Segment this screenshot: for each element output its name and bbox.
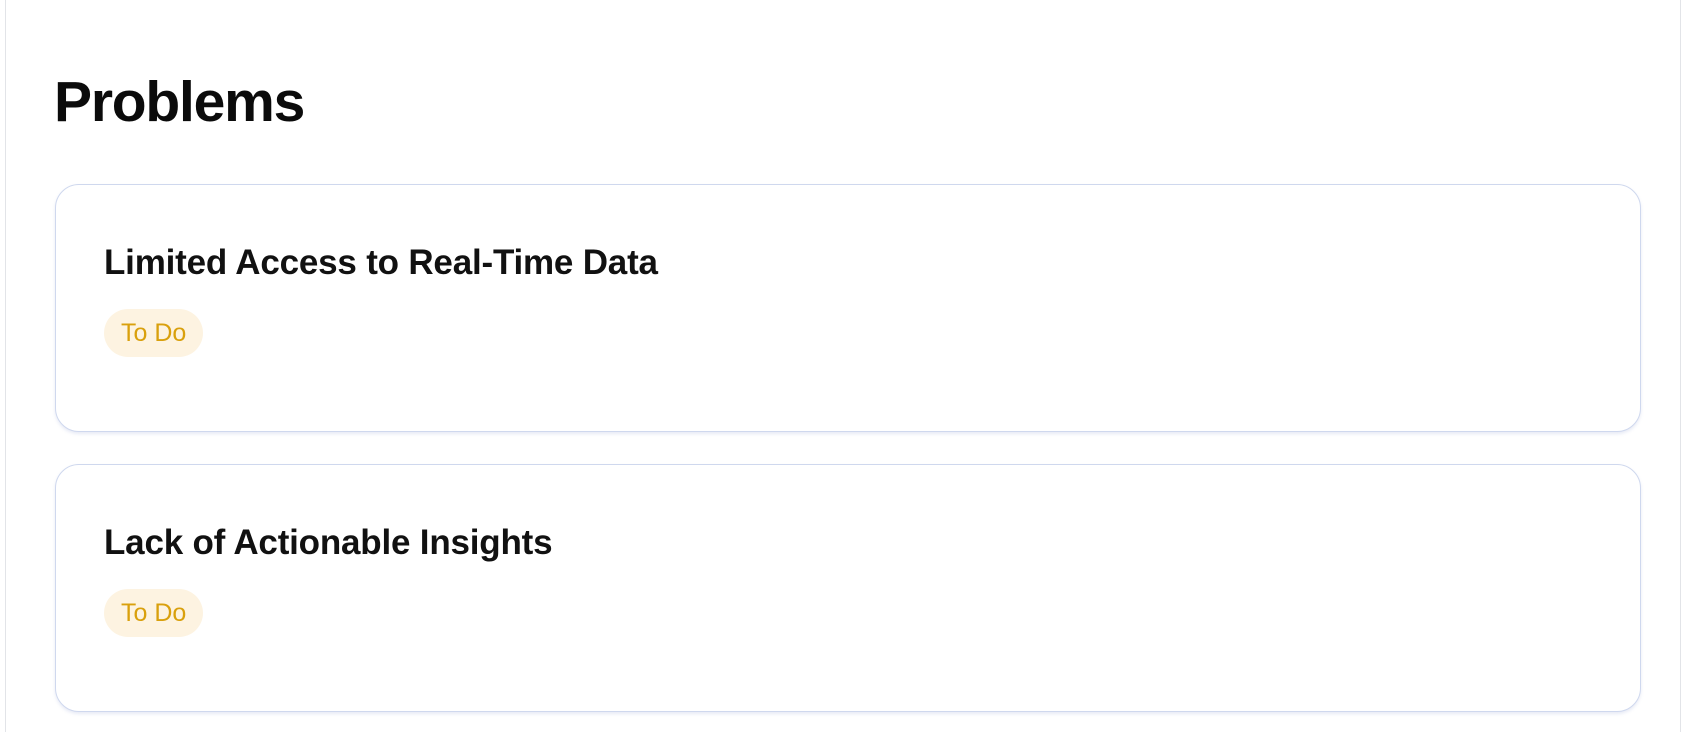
problem-list: Limited Access to Real-Time Data To Do L… xyxy=(55,184,1641,744)
page-title: Problems xyxy=(54,70,305,134)
problem-title: Limited Access to Real-Time Data xyxy=(104,243,658,282)
problem-title: Lack of Actionable Insights xyxy=(104,523,553,562)
status-badge: To Do xyxy=(104,309,204,357)
status-badge: To Do xyxy=(104,589,204,637)
problem-card[interactable]: Limited Access to Real-Time Data To Do xyxy=(55,184,1641,432)
page-container: Problems Limited Access to Real-Time Dat… xyxy=(5,0,1681,732)
problem-card[interactable]: Lack of Actionable Insights To Do xyxy=(55,464,1641,712)
